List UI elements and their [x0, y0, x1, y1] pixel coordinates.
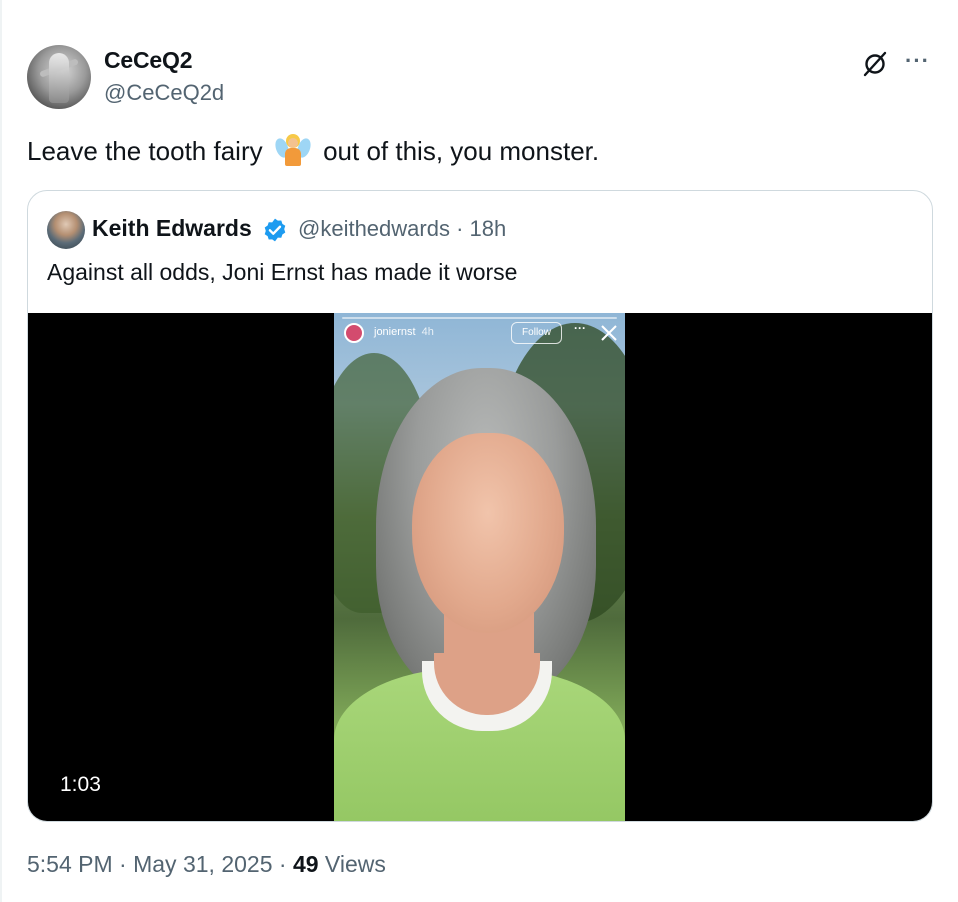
more-options-icon[interactable]: ··· — [905, 50, 931, 76]
tweet-time[interactable]: 5:54 PM — [27, 851, 113, 877]
verified-badge-icon — [264, 218, 286, 242]
quoted-tweet-text: Against all odds, Joni Ernst has made it… — [47, 259, 518, 285]
tweet-text: Leave the tooth fairy out of this, you m… — [27, 134, 599, 168]
tweet-metadata: 5:54 PM · May 31, 2025 · 49 Views — [27, 851, 386, 877]
video-player[interactable]: joniernst 4h Follow ··· 1:03 — [28, 313, 932, 821]
views-label: Views — [324, 851, 386, 877]
video-frame: joniernst 4h Follow ··· — [334, 313, 625, 821]
story-follow-button: Follow — [511, 322, 562, 344]
author-avatar[interactable] — [27, 45, 91, 109]
views-count: 49 — [292, 851, 319, 877]
quoted-author-avatar[interactable] — [47, 211, 85, 249]
grok-icon[interactable] — [861, 50, 889, 78]
tweet-date[interactable]: May 31, 2025 — [133, 851, 272, 877]
quoted-tweet-card[interactable]: Keith Edwards @keithedwards · 18h Agains… — [27, 190, 933, 822]
tweet-text-end: out of this, you monster. — [323, 136, 600, 166]
story-more-icon: ··· — [574, 321, 586, 335]
quoted-author-name[interactable]: Keith Edwards — [92, 215, 252, 242]
left-divider — [0, 0, 2, 902]
close-icon — [601, 325, 617, 341]
video-duration: 1:03 — [60, 773, 101, 796]
story-username: joniernst 4h — [374, 326, 434, 338]
story-progress-bar — [342, 317, 617, 319]
tweet-text-start: Leave the tooth fairy — [27, 136, 263, 166]
story-username-text: joniernst — [374, 326, 416, 338]
author-display-name[interactable]: CeCeQ2 — [104, 47, 192, 74]
avatar-statue — [49, 53, 69, 103]
story-time: 4h — [421, 326, 434, 338]
story-avatar — [344, 323, 364, 343]
fairy-emoji-icon — [272, 134, 313, 166]
author-handle[interactable]: @CeCeQ2d — [104, 80, 224, 106]
quoted-author-handle-time[interactable]: @keithedwards · 18h — [298, 216, 506, 242]
